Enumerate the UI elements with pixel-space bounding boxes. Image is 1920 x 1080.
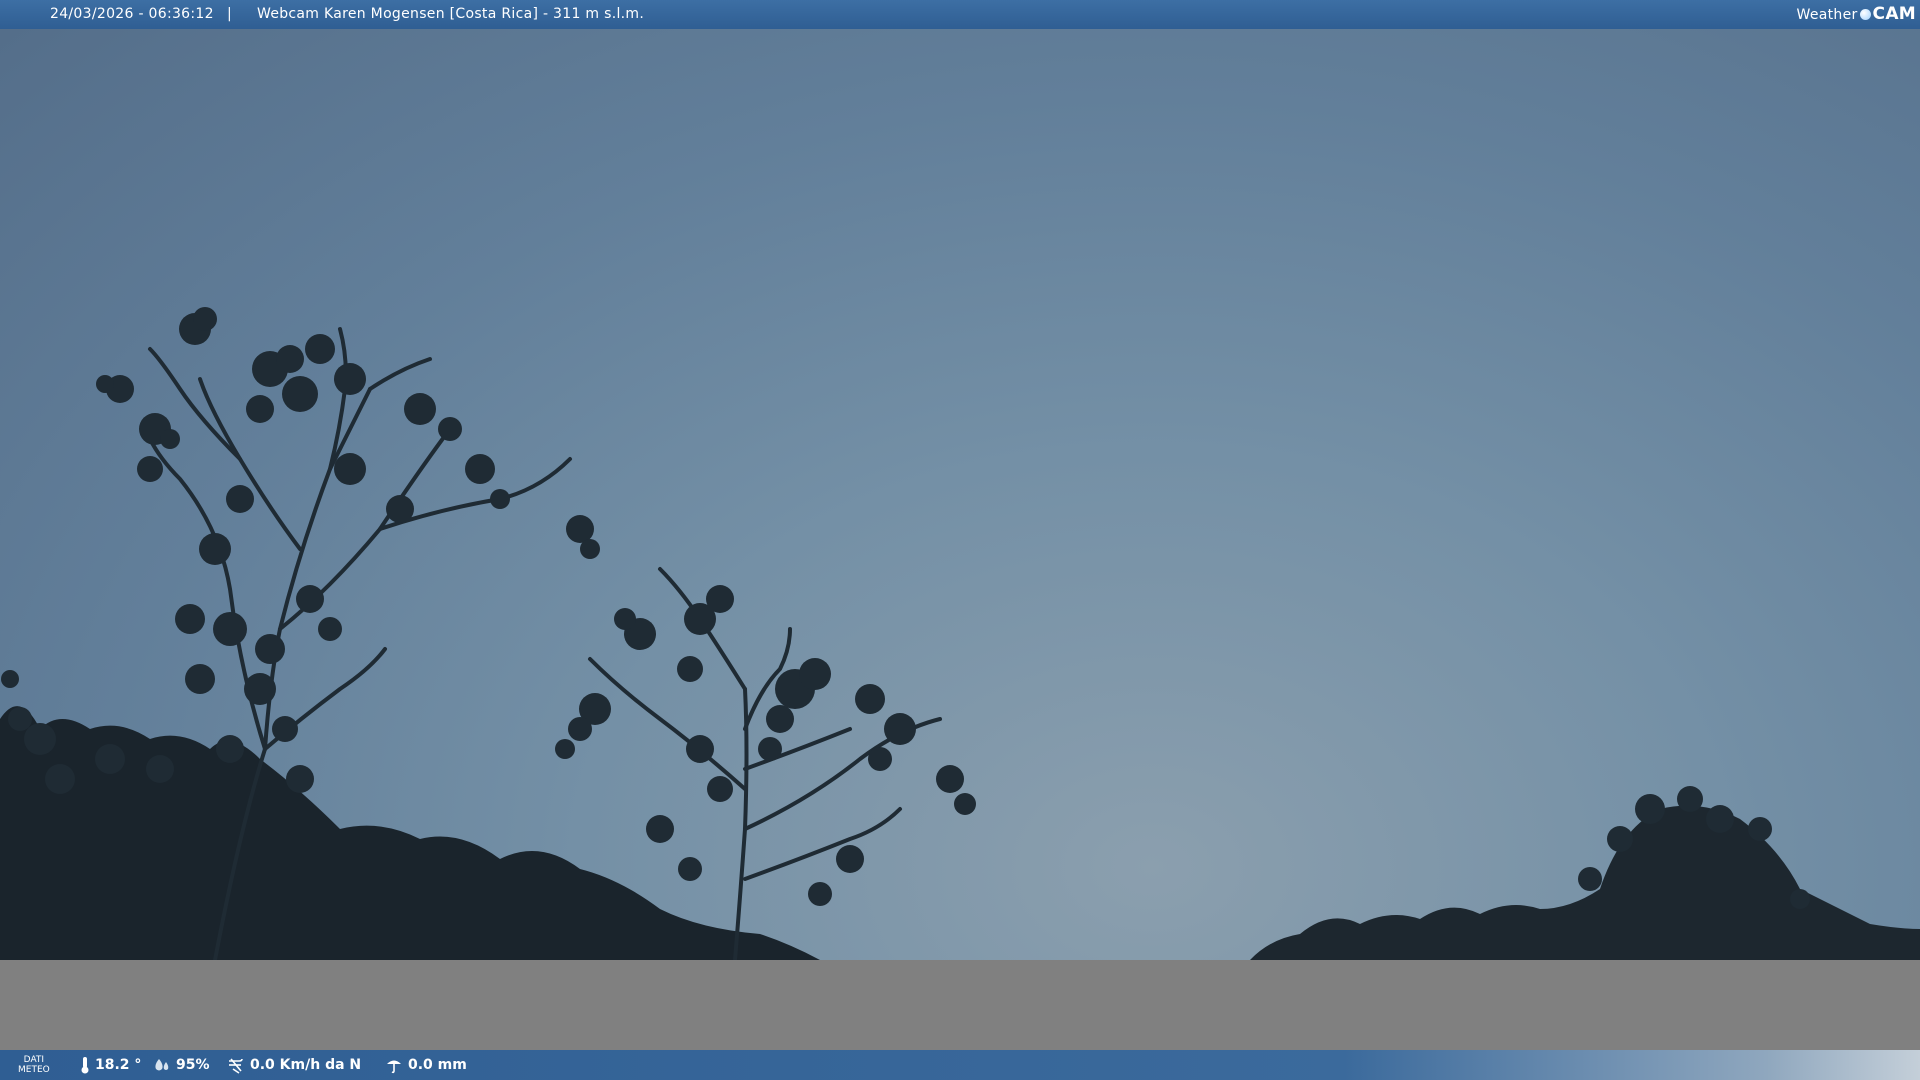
webcam-image bbox=[0, 29, 1920, 960]
header-bar: 24/03/2026 - 06:36:12 | Webcam Karen Mog… bbox=[0, 0, 1920, 29]
logo-globe-icon bbox=[1859, 9, 1871, 20]
header-separator: | bbox=[227, 6, 233, 22]
temperature-reading: 18.2 ° bbox=[80, 1050, 141, 1080]
weathercam-logo[interactable]: Weather CAM bbox=[1797, 0, 1917, 30]
rain-icon bbox=[387, 1060, 401, 1074]
wind-reading: 0.0 Km/h da N bbox=[227, 1050, 361, 1080]
middle-tree-leaves bbox=[555, 585, 976, 906]
logo-word-cam: CAM bbox=[1872, 4, 1916, 24]
logo-word-weather: Weather bbox=[1796, 7, 1858, 23]
wind-icon bbox=[229, 1058, 243, 1074]
rain-value: 0.0 mm bbox=[408, 1057, 467, 1073]
weather-data-bar: DATI METEO 18.2 ° 95% 0.0 Km/h da N 0.0 … bbox=[0, 1050, 1920, 1080]
webcam-frame: 24/03/2026 - 06:36:12 | Webcam Karen Mog… bbox=[0, 0, 1920, 1080]
temperature-value: 18.2 ° bbox=[95, 1057, 142, 1073]
rain-reading: 0.0 mm bbox=[385, 1050, 467, 1080]
humidity-icon bbox=[155, 1059, 169, 1071]
weather-data-label: DATI METEO bbox=[18, 1055, 50, 1075]
webcam-title: Webcam Karen Mogensen [Costa Rica] - 311… bbox=[257, 6, 645, 22]
humidity-value: 95% bbox=[176, 1057, 210, 1073]
thermometer-icon bbox=[81, 1057, 89, 1074]
humidity-reading: 95% bbox=[153, 1050, 210, 1080]
tree-silhouettes bbox=[0, 307, 1920, 960]
empty-grey-band bbox=[0, 960, 1920, 1050]
timestamp: 24/03/2026 - 06:36:12 bbox=[50, 6, 214, 22]
wind-value: 0.0 Km/h da N bbox=[250, 1057, 362, 1073]
